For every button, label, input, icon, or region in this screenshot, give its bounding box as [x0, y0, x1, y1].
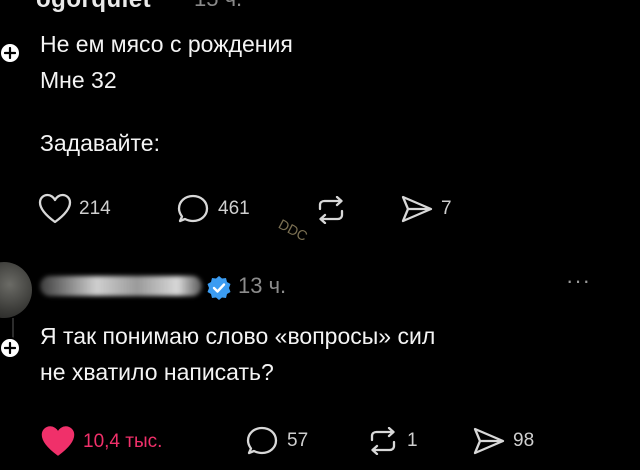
like-count: 10,4 тыс. — [83, 430, 163, 452]
reply-count: 461 — [218, 198, 250, 219]
post1-text-line: Задавайте: — [40, 130, 160, 156]
post2-text-line: Я так понимаю слово «вопросы» сил — [40, 323, 436, 349]
post1-timestamp: 15 ч. — [194, 0, 242, 12]
repost-button[interactable] — [314, 196, 348, 224]
post1-text: Не ем мясо с рождения Мне 32 — [40, 26, 293, 98]
repost-button[interactable]: 1 — [366, 427, 418, 455]
like-button[interactable]: 10,4 тыс. — [40, 425, 162, 458]
post2-text: Я так понимаю слово «вопросы» сил не хва… — [40, 318, 435, 390]
repost-icon — [318, 196, 344, 224]
reply-button[interactable]: 461 — [177, 193, 250, 225]
post1-text-line: Мне 32 — [40, 67, 117, 93]
heart-icon — [38, 193, 72, 224]
reply-count: 57 — [287, 430, 309, 451]
comment-icon — [246, 426, 278, 455]
heart-icon — [41, 426, 75, 456]
like-count: 214 — [79, 198, 111, 219]
avatar[interactable] — [0, 262, 32, 318]
verified-icon — [206, 275, 232, 306]
share-count: 7 — [441, 198, 452, 219]
comment-icon — [177, 194, 209, 223]
send-icon — [401, 195, 433, 223]
repost-icon — [370, 427, 396, 455]
send-icon — [473, 427, 505, 455]
reply-button[interactable]: 57 — [246, 425, 308, 457]
follow-plus-icon[interactable] — [0, 337, 21, 359]
repost-count: 1 — [407, 430, 418, 451]
share-button[interactable]: 98 — [472, 425, 534, 457]
post2-author-name-blurred[interactable] — [40, 276, 202, 296]
like-button[interactable]: 214 — [38, 193, 111, 225]
more-icon[interactable]: ··· — [566, 268, 591, 294]
post2-timestamp: 13 ч. — [238, 273, 287, 298]
post1-text-line: Не ем мясо с рождения — [40, 31, 293, 57]
watermark: DDC — [276, 215, 311, 245]
post2-text-line: не хватило написать? — [40, 359, 274, 385]
share-button[interactable]: 7 — [400, 193, 452, 225]
share-count: 98 — [513, 430, 535, 451]
post1-author-name[interactable]: ogorquiet — [36, 0, 151, 14]
follow-plus-icon[interactable] — [0, 42, 21, 64]
